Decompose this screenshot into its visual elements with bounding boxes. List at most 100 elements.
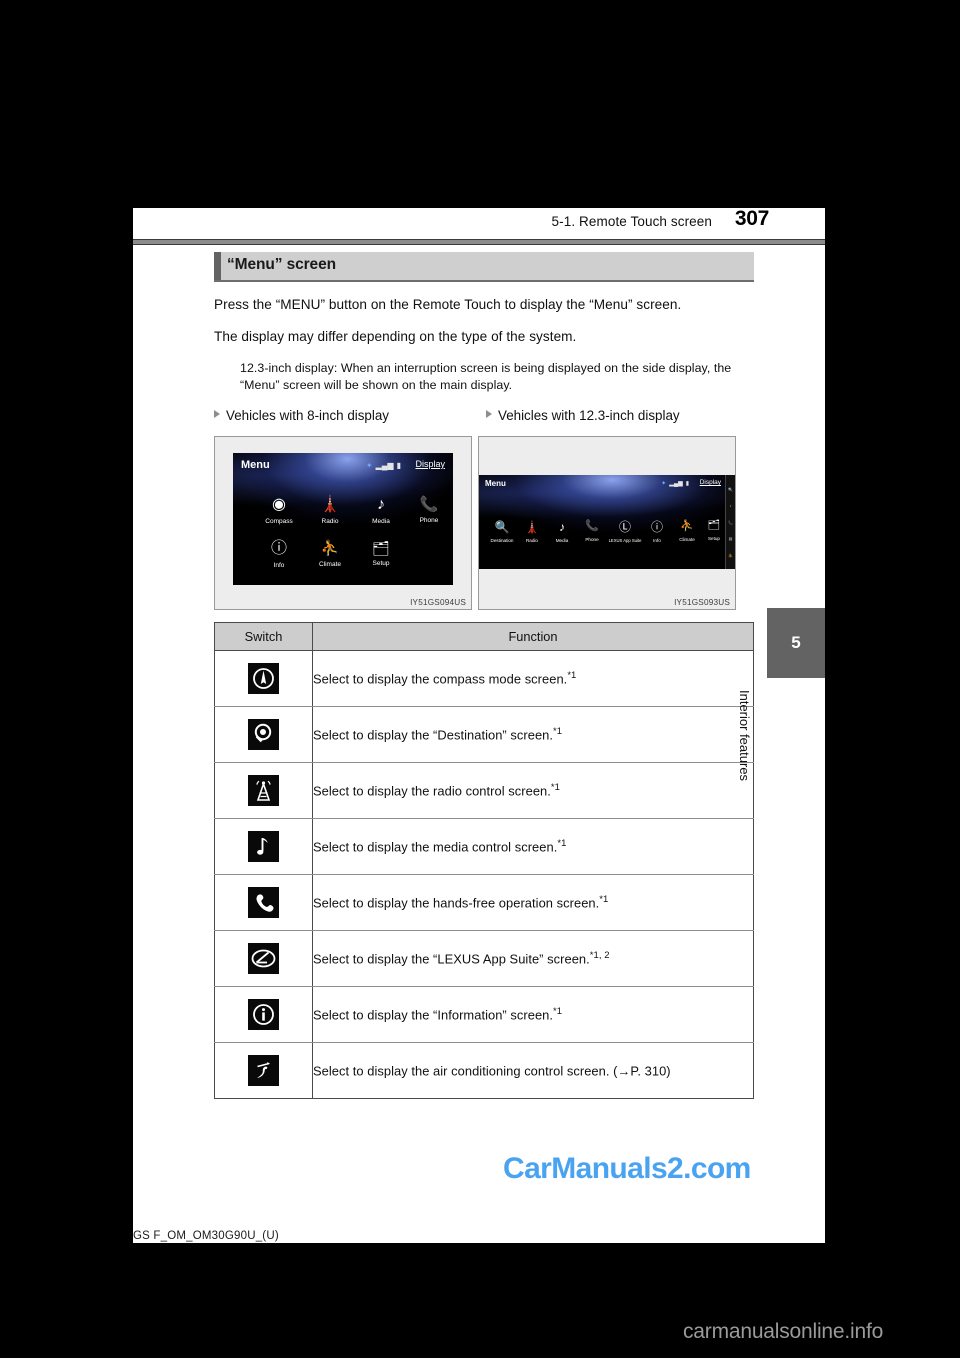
chapter-label: Interior features — [737, 690, 752, 782]
tile-setup[interactable]: 🗂 Setup — [357, 541, 405, 567]
tile-label: Info — [273, 562, 285, 569]
lexus-logo-icon — [248, 943, 279, 974]
radio-tower-icon — [248, 775, 279, 806]
center-watermark: CarManuals2.com — [503, 1152, 751, 1185]
function-text: Select to display the media control scre… — [313, 839, 558, 855]
paragraph-1: Press the “MENU” button on the Remote To… — [214, 297, 682, 312]
destination-search-icon — [248, 719, 279, 750]
site-watermark: carmanualsonline.info — [683, 1320, 884, 1343]
side-icon-setup[interactable]: ▤ — [729, 536, 733, 541]
function-cell: Select to display the “LEXUS App Suite” … — [312, 930, 754, 987]
tile-compass[interactable]: ◉ Compass — [255, 496, 303, 526]
tile-label: Media — [372, 518, 390, 525]
phone-handset-icon: 📞 — [419, 496, 439, 513]
subheading-row: Vehicles with 8-inch display Vehicles wi… — [214, 408, 754, 430]
function-text: Select to display the compass mode scree… — [313, 671, 568, 687]
table-row: Select to display the hands-free operati… — [214, 874, 754, 931]
footnote-marker: *1 — [550, 782, 560, 794]
function-cell: Select to display the air conditioning c… — [312, 1042, 754, 1099]
switch-cell — [214, 986, 313, 1043]
function-text: Select to display the air conditioning c… — [313, 1063, 671, 1079]
switch-function-table: Switch Function Select to display the co… — [214, 622, 754, 1099]
function-cell: Select to display the compass mode scree… — [312, 650, 754, 707]
battery-icon: ▮ — [396, 461, 401, 470]
running-header: 5-1. Remote Touch screen 307 — [133, 207, 825, 245]
subheading-123inch-label: Vehicles with 12.3-inch display — [498, 408, 680, 423]
bluetooth-icon: ✦ — [365, 461, 373, 470]
headunit-screen-8inch: Menu ✦ ▂▄▆ ▮ Display ◉ Compass 🗼 Radio ♪… — [233, 453, 453, 585]
radio-tower-icon: 🗼 — [320, 496, 340, 513]
tile-label: Compass — [265, 518, 293, 525]
figure-row: Menu ✦ ▂▄▆ ▮ Display ◉ Compass 🗼 Radio ♪… — [214, 436, 754, 612]
compass-icon: ◉ — [272, 496, 286, 513]
switch-cell — [214, 818, 313, 875]
subheading-8inch-label: Vehicles with 8-inch display — [226, 408, 390, 423]
function-cell: Select to display the “Destination” scre… — [312, 706, 754, 763]
table-row: Select to display the “Destination” scre… — [214, 706, 754, 763]
figure-caption-left: IY51GS094US — [410, 598, 466, 607]
switch-cell — [214, 930, 313, 987]
information-icon — [248, 999, 279, 1030]
tile-phone[interactable]: 📞 Phone — [405, 497, 453, 524]
signal-icon: ▂▄▆ — [669, 481, 683, 487]
function-text: Select to display the radio control scre… — [313, 783, 551, 799]
tile-media[interactable]: ♪ Media — [357, 496, 405, 526]
information-icon: ⓘ — [270, 540, 287, 557]
display-button-123inch[interactable]: Display — [700, 479, 721, 486]
signal-icon: ▂▄▆ — [375, 461, 394, 470]
side-icon-phone[interactable]: 📞 — [728, 520, 733, 525]
function-text: Select to display the “LEXUS App Suite” … — [313, 951, 590, 967]
subheading-8inch: Vehicles with 8-inch display — [214, 408, 389, 423]
switch-cell — [214, 1042, 313, 1099]
side-icon-search[interactable]: 🔍 — [728, 487, 733, 492]
function-cell: Select to display the media control scre… — [312, 818, 754, 875]
footnote-marker: *1, 2 — [589, 950, 610, 962]
switch-cell — [214, 874, 313, 931]
table-header-row: Switch Function — [214, 622, 754, 651]
footnote-marker: *1 — [557, 838, 567, 850]
paragraph-2: The display may differ depending on the … — [214, 329, 577, 345]
triangle-bullet-icon — [486, 410, 492, 418]
header-section-title: 5-1. Remote Touch screen — [551, 214, 712, 229]
battery-icon: ▮ — [685, 481, 689, 487]
status-icons-123inch: ✦ ▂▄▆ ▮ — [661, 480, 689, 487]
side-icon-climate[interactable]: ⛹ — [728, 553, 733, 558]
tile-label: Setup — [372, 560, 390, 567]
column-header-switch: Switch — [214, 622, 313, 651]
function-text: Select to display the hands-free operati… — [313, 895, 600, 911]
function-text: Select to display the “Information” scre… — [313, 1007, 554, 1023]
tile-radio[interactable]: 🗼 Radio — [306, 496, 354, 526]
page-number: 307 — [734, 207, 769, 230]
side-icon-media[interactable]: ♪ — [730, 503, 732, 508]
section-heading-text: “Menu” screen — [227, 256, 336, 273]
music-note-icon: ♪ — [377, 496, 385, 513]
footnote-marker: *1 — [599, 894, 609, 906]
figure-caption-right: IY51GS093US — [674, 598, 730, 607]
bluetooth-icon: ✦ — [661, 481, 667, 487]
triangle-bullet-icon — [214, 410, 220, 418]
footnote-marker: *1 — [553, 726, 563, 738]
setup-icon: 🗂 — [372, 540, 390, 556]
table-row: Select to display the radio control scre… — [214, 762, 754, 819]
figure-123inch-display: Menu ✦ ▂▄▆ ▮ Display 🔍 Destination 🗼 Rad… — [478, 436, 736, 610]
footnote-marker: *1 — [567, 670, 577, 682]
manual-page: 5-1. Remote Touch screen 307 “Menu” scre… — [133, 207, 825, 1243]
footnote-marker: *1 — [553, 1006, 563, 1018]
column-header-function: Function — [312, 622, 754, 651]
headunit-screen-123inch: Menu ✦ ▂▄▆ ▮ Display 🔍 Destination 🗼 Rad… — [479, 475, 735, 569]
heading-accent-bar — [214, 252, 221, 280]
screen-title-123inch: Menu — [485, 479, 506, 488]
tile-climate[interactable]: ⛹ Climate — [306, 541, 354, 568]
switch-cell — [214, 650, 313, 707]
chapter-number: 5 — [791, 633, 801, 652]
function-text: Select to display the “Destination” scre… — [313, 727, 554, 743]
table-row: Select to display the media control scre… — [214, 818, 754, 875]
compass-icon — [248, 663, 279, 694]
display-button-8inch[interactable]: Display — [415, 459, 445, 469]
header-rule — [133, 239, 825, 245]
side-display-strip[interactable]: 🔍 ♪ 📞 ▤ ⛹ — [725, 475, 735, 569]
subheading-123inch: Vehicles with 12.3-inch display — [486, 408, 680, 423]
table-row: Select to display the “Information” scre… — [214, 986, 754, 1043]
tile-info[interactable]: ⓘ Info — [255, 540, 303, 570]
table-row: Select to display the compass mode scree… — [214, 650, 754, 707]
